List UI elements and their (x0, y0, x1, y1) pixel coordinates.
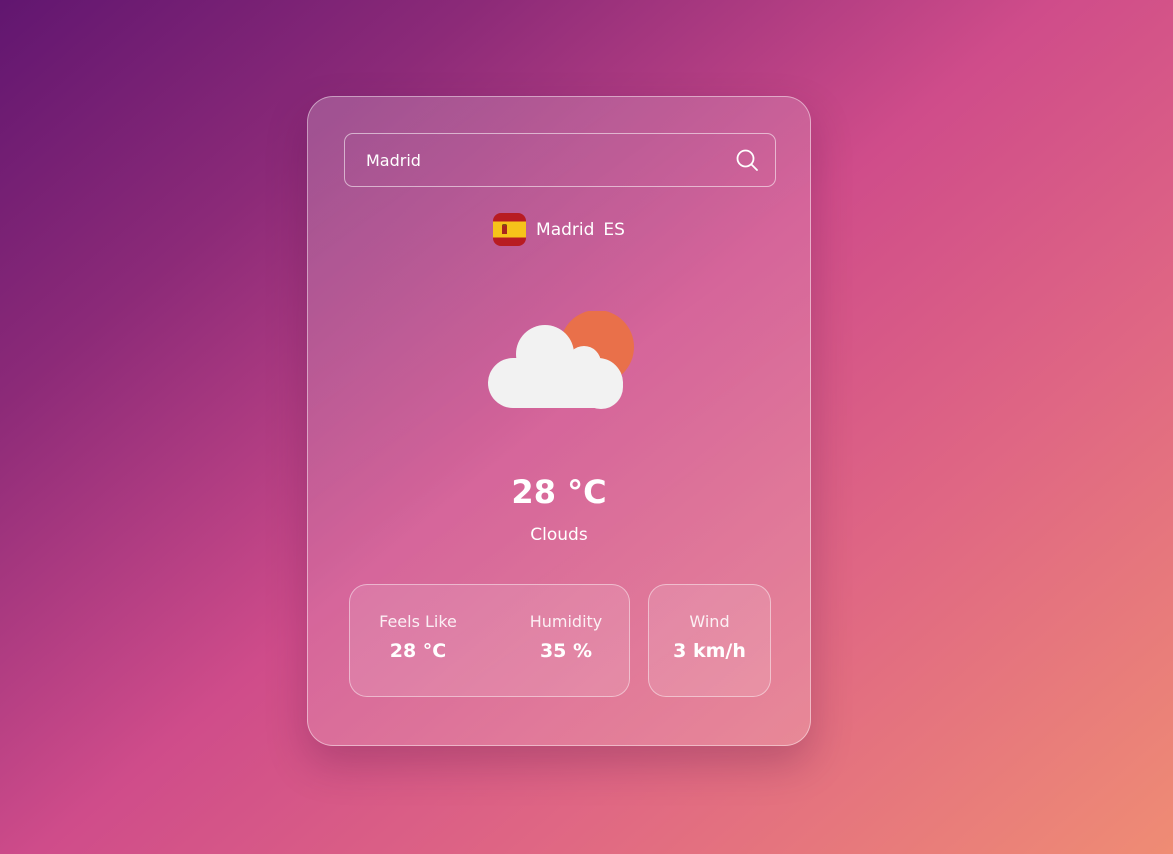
weather-description: Clouds (530, 525, 588, 545)
feels-humidity-panel: Feels Like 28 °C Humidity 35 % (349, 584, 630, 697)
spain-flag-icon (493, 213, 527, 246)
city-name: Madrid (536, 219, 595, 240)
cloud-sun-icon (488, 311, 634, 409)
search-bar (344, 133, 776, 187)
weather-card: Madrid ES 28 °C Clouds Feels Like 28 °C … (307, 96, 811, 746)
temperature: 28 °C (511, 473, 607, 511)
humidity-stat: Humidity 35 % (526, 612, 606, 662)
humidity-label: Humidity (529, 612, 603, 631)
search-button[interactable] (733, 146, 761, 174)
feels-like-value: 28 °C (389, 640, 447, 662)
wind-stat: Wind 3 km/h (649, 612, 770, 662)
feels-like-stat: Feels Like 28 °C (377, 612, 459, 662)
search-icon (736, 149, 758, 171)
country-code: ES (603, 219, 625, 240)
wind-label: Wind (689, 612, 730, 631)
feels-like-label: Feels Like (379, 612, 457, 631)
wind-value: 3 km/h (673, 640, 746, 662)
search-input[interactable] (345, 134, 715, 186)
location-row: Madrid ES (308, 213, 810, 246)
humidity-value: 35 % (539, 640, 593, 662)
wind-panel: Wind 3 km/h (648, 584, 771, 697)
